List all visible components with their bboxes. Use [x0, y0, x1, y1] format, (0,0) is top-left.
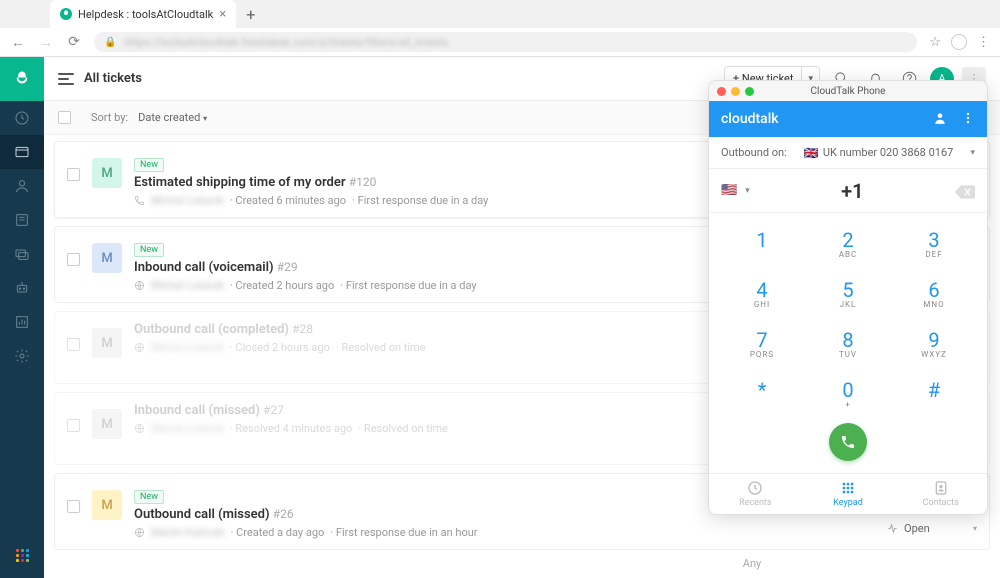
- star-icon[interactable]: ☆: [929, 35, 941, 50]
- ticket-avatar: M: [92, 158, 122, 188]
- rail-apps-icon[interactable]: [0, 544, 44, 578]
- rail-bot-icon[interactable]: [0, 271, 44, 305]
- ticket-avatar: M: [92, 243, 122, 273]
- keypad-key-4[interactable]: 4GHI: [719, 269, 805, 319]
- ticket-id: #120: [349, 175, 377, 189]
- backspace-button[interactable]: [955, 184, 975, 198]
- ticket-badge: New: [134, 158, 164, 172]
- flag-us-icon[interactable]: 🇺🇸: [721, 183, 737, 198]
- filter-any: Any: [504, 553, 1000, 578]
- dial-display: 🇺🇸 ▾ +1: [709, 169, 987, 213]
- new-tab-button[interactable]: +: [236, 5, 265, 24]
- ticket-checkbox[interactable]: [67, 168, 80, 181]
- phone-header: cloudtalk: [709, 101, 987, 137]
- keypad-key-3[interactable]: 3DEF: [891, 219, 977, 269]
- ticket-agent: Michal Lukacik: [151, 341, 224, 354]
- phone-titlebar[interactable]: CloudTalk Phone: [709, 81, 987, 101]
- url-field[interactable]: 🔒 https://toolsatcloudtalk.freshdesk.com…: [94, 32, 917, 52]
- rail-contacts-icon[interactable]: [0, 169, 44, 203]
- ticket-checkbox[interactable]: [67, 419, 80, 432]
- outbound-selector[interactable]: Outbound on: 🇬🇧 UK number 020 3868 0167 …: [709, 137, 987, 169]
- ticket-badge: New: [134, 243, 164, 257]
- url-text: https://toolsatcloudtalk.freshdesk.com/a…: [124, 36, 447, 49]
- call-button[interactable]: [829, 423, 867, 461]
- rail-settings-icon[interactable]: [0, 339, 44, 373]
- ticket-meta: Martin Kubicek · Created a day ago · Fir…: [134, 526, 875, 539]
- tab-contacts[interactable]: Contacts: [894, 474, 987, 514]
- rail-forums-icon[interactable]: [0, 237, 44, 271]
- tab-keypad[interactable]: Keypad: [802, 474, 895, 514]
- select-all-checkbox[interactable]: [58, 111, 71, 124]
- back-button[interactable]: ←: [10, 34, 26, 51]
- ticket-badge: New: [134, 490, 164, 504]
- address-bar: ← → ⟳ 🔒 https://toolsatcloudtalk.freshde…: [0, 28, 1000, 56]
- keypad-key-6[interactable]: 6MNO: [891, 269, 977, 319]
- outbound-number: UK number 020 3868 0167: [823, 146, 953, 159]
- ticket-id: #27: [263, 403, 284, 417]
- profile-icon[interactable]: [951, 34, 967, 50]
- tab-bar: Helpdesk : toolsAtCloudtalk × +: [0, 0, 1000, 28]
- left-rail: [0, 57, 44, 578]
- ticket-id: #29: [277, 260, 298, 274]
- ticket-checkbox[interactable]: [67, 338, 80, 351]
- window-minimize-icon[interactable]: [731, 87, 740, 96]
- dialed-number: +1: [750, 179, 955, 203]
- outbound-caret-icon: ▾: [970, 148, 975, 158]
- page-title: All tickets: [84, 71, 142, 86]
- keypad-key-1[interactable]: 1: [719, 219, 805, 269]
- rail-dashboard-icon[interactable]: [0, 101, 44, 135]
- favicon-icon: [60, 8, 72, 20]
- keypad-key-9[interactable]: 9WXYZ: [891, 319, 977, 369]
- forward-button[interactable]: →: [38, 34, 54, 51]
- ticket-agent: Michal Lukacik: [151, 279, 224, 292]
- ticket-avatar: M: [92, 328, 122, 358]
- sort-label: Sort by:: [91, 111, 128, 124]
- keypad-key-*[interactable]: *: [719, 369, 805, 419]
- menu-icon[interactable]: ⋮: [977, 35, 990, 50]
- rail-reports-icon[interactable]: [0, 305, 44, 339]
- tab-title: Helpdesk : toolsAtCloudtalk: [78, 8, 213, 21]
- ticket-avatar: M: [92, 490, 122, 520]
- brand-logo[interactable]: [0, 57, 44, 101]
- keypad-key-7[interactable]: 7PQRS: [719, 319, 805, 369]
- keypad-key-8[interactable]: 8TUV: [805, 319, 891, 369]
- sort-dropdown[interactable]: Date created ▾: [138, 111, 207, 124]
- ticket-id: #28: [292, 322, 313, 336]
- window-close-icon[interactable]: [717, 87, 726, 96]
- ticket-checkbox[interactable]: [67, 500, 80, 513]
- ticket-avatar: M: [92, 409, 122, 439]
- browser-tab[interactable]: Helpdesk : toolsAtCloudtalk ×: [50, 0, 236, 28]
- ticket-checkbox[interactable]: [67, 253, 80, 266]
- browser-chrome: Helpdesk : toolsAtCloudtalk × + ← → ⟳ 🔒 …: [0, 0, 1000, 57]
- outbound-label: Outbound on:: [721, 146, 787, 159]
- phone-profile-icon[interactable]: [933, 110, 947, 129]
- phone-tabs: Recents Keypad Contacts: [709, 473, 987, 514]
- ticket-agent: Michal Lukacik: [151, 194, 224, 207]
- flag-uk-icon: 🇬🇧: [804, 146, 819, 160]
- rail-solutions-icon[interactable]: [0, 203, 44, 237]
- phone-menu-icon[interactable]: [961, 110, 975, 129]
- hamburger-icon[interactable]: [58, 73, 74, 85]
- keypad-key-2[interactable]: 2ABC: [805, 219, 891, 269]
- ticket-status[interactable]: Open▾: [887, 522, 977, 535]
- keypad-key-#[interactable]: #: [891, 369, 977, 419]
- tab-close-icon[interactable]: ×: [219, 7, 226, 22]
- reload-button[interactable]: ⟳: [66, 34, 82, 50]
- phone-brand: cloudtalk: [721, 111, 779, 127]
- keypad: 12ABC3DEF 4GHI5JKL6MNO 7PQRS8TUV9WXYZ *0+#: [709, 213, 987, 419]
- rail-tickets-icon[interactable]: [0, 135, 44, 169]
- keypad-key-0[interactable]: 0+: [805, 369, 891, 419]
- ticket-agent: Michal Lukacik: [151, 422, 224, 435]
- cloudtalk-phone-window: CloudTalk Phone cloudtalk Outbound on: 🇬…: [708, 80, 988, 515]
- keypad-key-5[interactable]: 5JKL: [805, 269, 891, 319]
- lock-icon: 🔒: [104, 37, 116, 48]
- window-maximize-icon[interactable]: [745, 87, 754, 96]
- ticket-agent: Martin Kubicek: [151, 526, 225, 539]
- tab-recents[interactable]: Recents: [709, 474, 802, 514]
- ticket-id: #26: [273, 507, 294, 521]
